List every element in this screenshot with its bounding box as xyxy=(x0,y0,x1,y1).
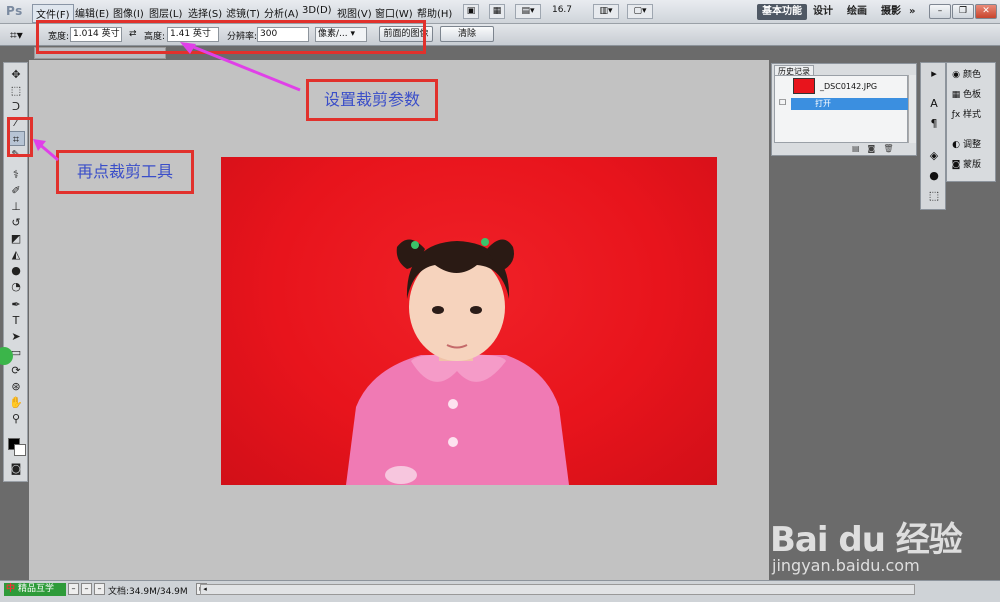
gradient-tool-icon[interactable]: ◭ xyxy=(7,247,25,262)
styles-panel-tab[interactable]: ƒx 样式 xyxy=(949,107,995,123)
mini-bridge-icon[interactable]: ▦ xyxy=(489,4,505,19)
history-footer-icons[interactable]: ▤◙🗑 xyxy=(852,144,901,153)
transform-icon[interactable]: ⬚ xyxy=(925,189,943,203)
menu-window[interactable]: 窗口(W) xyxy=(372,4,416,21)
menu-image[interactable]: 图像(I) xyxy=(110,4,147,21)
move-tool-icon[interactable]: ✥ xyxy=(7,67,25,82)
menu-help[interactable]: 帮助(H) xyxy=(414,4,455,21)
quick-mask-icon[interactable]: ◙ xyxy=(7,461,25,476)
adjustments-icon: ◐ xyxy=(952,140,960,150)
menu-layer[interactable]: 图层(L) xyxy=(146,4,185,21)
status-minimize-icon[interactable]: – xyxy=(68,583,79,595)
healing-brush-icon[interactable]: ⚕ xyxy=(7,167,25,182)
clear-button[interactable]: 清除 xyxy=(440,26,494,42)
menu-filter[interactable]: 滤镜(T) xyxy=(223,4,263,21)
zoom-tool-icon[interactable]: ⚲ xyxy=(7,411,25,426)
swatches-panel-label: 色板 xyxy=(963,90,982,100)
layers-3d-icon[interactable]: ● xyxy=(925,169,943,183)
minimize-icon[interactable]: – xyxy=(929,4,951,19)
baidu-watermark: Bai du 经验 jingyan.baidu.com xyxy=(770,494,980,584)
view-extras-icon[interactable]: ▤▾ xyxy=(515,4,541,19)
status-close-icon[interactable]: – xyxy=(94,583,105,595)
menu-view[interactable]: 视图(V) xyxy=(334,4,375,21)
workspace-design[interactable]: 设计 xyxy=(808,4,838,20)
3d-rotate-tool-icon[interactable]: ⟳ xyxy=(7,363,25,378)
screen-mode-icon[interactable]: ▢▾ xyxy=(627,4,653,19)
masks-panel-tab[interactable]: ◙ 蒙版 xyxy=(949,157,995,173)
crop-tool-highlight-box xyxy=(7,117,33,157)
masks-panel-label: 蒙版 xyxy=(963,160,982,170)
blur-tool-icon[interactable]: ● xyxy=(7,263,25,278)
panel-dock-strip: ▸ A ¶ ◈ ● ⬚ xyxy=(920,62,946,210)
document-size-info[interactable]: 文档:34.9M/34.9M xyxy=(108,584,188,597)
history-state-open[interactable]: 打开 xyxy=(791,98,909,110)
history-brush-icon[interactable]: ↺ xyxy=(7,215,25,230)
styles-panel-label: 样式 xyxy=(963,110,982,120)
menu-analysis[interactable]: 分析(A) xyxy=(261,4,302,21)
close-icon[interactable]: ✕ xyxy=(975,4,997,19)
swatches-panel-tab[interactable]: ▦ 色板 xyxy=(949,87,995,103)
path-select-tool-icon[interactable]: ➤ xyxy=(7,329,25,344)
click-crop-tool-callout: 再点裁剪工具 xyxy=(56,150,194,194)
photoshop-window: Ps 文件(F) 编辑(E) 图像(I) 图层(L) 选择(S) 滤镜(T) 分… xyxy=(0,0,1000,602)
3d-panel-icon[interactable]: ◈ xyxy=(925,149,943,163)
swatches-icon: ▦ xyxy=(951,90,961,100)
adjustments-panel-tab[interactable]: ◐ 调整 xyxy=(949,137,995,153)
taskbar-badge[interactable]: 中精品互学 xyxy=(4,583,66,596)
stamp-tool-icon[interactable]: ⊥ xyxy=(7,199,25,214)
history-panel: 历史记录 _DSC0142.JPG ☐ 打开 ▤◙🗑 xyxy=(771,63,917,156)
arrange-docs-icon[interactable]: ▥▾ xyxy=(593,4,619,19)
child-portrait-image xyxy=(346,238,569,485)
character-panel-icon[interactable]: A xyxy=(925,97,943,111)
adjustments-panel-label: 调整 xyxy=(963,140,982,150)
crop-tool-preset-icon[interactable]: ⌗▾ xyxy=(10,27,34,43)
dock-toggle-icon[interactable]: ▸ xyxy=(925,67,943,81)
color-palette-icon: ◉ xyxy=(952,70,960,80)
history-list: _DSC0142.JPG ☐ 打开 xyxy=(774,75,909,143)
workspace-photography[interactable]: 摄影 xyxy=(876,4,906,20)
color-panel-label: 颜色 xyxy=(963,70,982,80)
history-snapshot-thumbnail[interactable] xyxy=(793,78,815,94)
menu-3d[interactable]: 3D(D) xyxy=(299,4,335,17)
history-scrollbar[interactable] xyxy=(908,75,916,143)
document-photo[interactable] xyxy=(221,157,717,485)
hand-tool-icon[interactable]: ✋ xyxy=(7,395,25,410)
restore-icon[interactable]: ❐ xyxy=(952,4,974,19)
pen-tool-icon[interactable]: ✒ xyxy=(7,297,25,312)
status-restore-icon[interactable]: – xyxy=(81,583,92,595)
menu-edit[interactable]: 编辑(E) xyxy=(72,4,112,21)
brush-tool-icon[interactable]: ✐ xyxy=(7,183,25,198)
eraser-tool-icon[interactable]: ◩ xyxy=(7,231,25,246)
lasso-tool-icon[interactable]: ᑐ xyxy=(7,99,25,114)
badge-label: 精品互学 xyxy=(18,584,55,594)
set-crop-params-callout: 设置裁剪参数 xyxy=(306,79,438,121)
workspace-painting[interactable]: 绘画 xyxy=(842,4,872,20)
history-brush-source-icon[interactable]: ☐ xyxy=(779,98,786,107)
masks-icon: ◙ xyxy=(951,160,961,170)
options-highlight-box xyxy=(36,20,426,54)
badge-glyph: 中 xyxy=(6,584,16,594)
type-tool-icon[interactable]: T xyxy=(7,313,25,328)
background-color-swatch[interactable] xyxy=(14,444,26,456)
marquee-tool-icon[interactable]: ⬚ xyxy=(7,83,25,98)
ps-logo: Ps xyxy=(6,4,23,18)
menu-select[interactable]: 选择(S) xyxy=(185,4,225,21)
history-snapshot-name[interactable]: _DSC0142.JPG xyxy=(820,82,877,91)
zoom-level[interactable]: 16.7 xyxy=(549,4,575,19)
workspace-more-icon[interactable]: » xyxy=(904,4,920,20)
styles-icon: ƒx xyxy=(951,110,961,120)
shape-tool-icon[interactable]: ▭ xyxy=(7,345,25,360)
color-panel-tab[interactable]: ◉ 颜色 xyxy=(949,67,995,83)
horizontal-scrollbar[interactable]: ◂ xyxy=(200,584,915,595)
workspace-essentials[interactable]: 基本功能 xyxy=(757,4,807,20)
baidu-url: jingyan.baidu.com xyxy=(772,556,920,575)
panel-dock: ◉ 颜色 ▦ 色板 ƒx 样式 ◐ 调整 ◙ 蒙版 xyxy=(946,62,996,182)
baidu-logo: Bai du 经验 xyxy=(770,520,963,560)
bridge-icon[interactable]: ▣ xyxy=(463,4,479,19)
dodge-tool-icon[interactable]: ◔ xyxy=(7,279,25,294)
3d-orbit-tool-icon[interactable]: ⊛ xyxy=(7,379,25,394)
scroll-left-arrow-icon[interactable]: ◂ xyxy=(201,585,209,594)
paragraph-panel-icon[interactable]: ¶ xyxy=(925,117,943,131)
